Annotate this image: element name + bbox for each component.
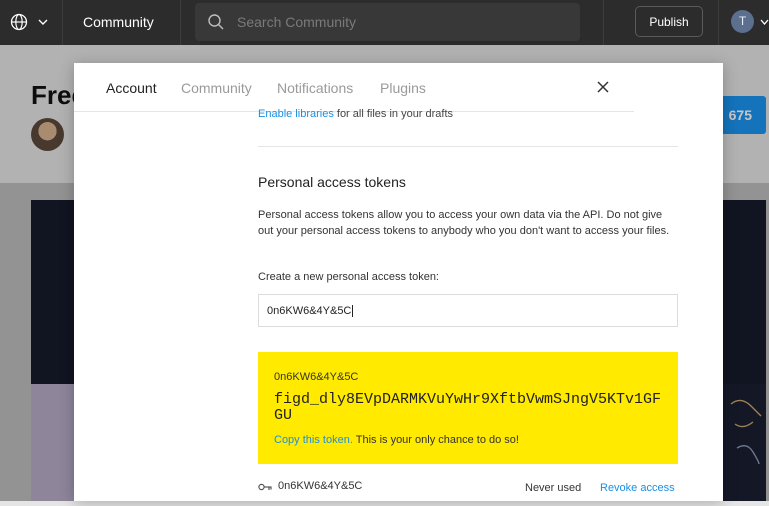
token-name-input[interactable]: 0n6KW6&4Y&5C bbox=[258, 294, 678, 327]
publish-button[interactable]: Publish bbox=[635, 6, 703, 37]
copy-token-note: Copy this token. This is your only chanc… bbox=[274, 434, 519, 446]
token-row-status: Never used bbox=[525, 482, 582, 494]
text-caret bbox=[352, 305, 354, 318]
libraries-text: for all files in your drafts bbox=[333, 108, 454, 120]
user-avatar[interactable]: T bbox=[731, 10, 754, 33]
enable-libraries-link[interactable]: Enable libraries bbox=[258, 108, 334, 120]
token-name-value: 0n6KW6&4Y&5C bbox=[267, 305, 352, 317]
globe-icon[interactable] bbox=[10, 13, 28, 31]
section-description: Personal access tokens allow you to acce… bbox=[258, 209, 670, 237]
tab-plugins[interactable]: Plugins bbox=[380, 80, 426, 96]
tab-community[interactable]: Community bbox=[181, 80, 252, 96]
divider bbox=[603, 0, 604, 45]
close-icon[interactable] bbox=[594, 78, 612, 96]
modal-tabs: Account Community Notifications Plugins bbox=[74, 63, 723, 111]
libraries-setting: Enable libraries for all files in your d… bbox=[258, 108, 453, 120]
section-heading: Personal access tokens bbox=[258, 174, 406, 190]
tab-notifications[interactable]: Notifications bbox=[277, 80, 353, 96]
app-title[interactable]: Community bbox=[83, 14, 154, 30]
new-token-name: 0n6KW6&4Y&5C bbox=[274, 371, 359, 383]
new-token-value[interactable]: figd_dly8EVpDARMKVuYwHr9XftbVwmSJngV5KTv… bbox=[274, 392, 666, 424]
token-row-name: 0n6KW6&4Y&5C bbox=[278, 480, 363, 492]
section-divider bbox=[258, 146, 678, 147]
search-input[interactable]: Search Community bbox=[195, 3, 580, 41]
divider bbox=[718, 0, 719, 45]
token-list-row: 0n6KW6&4Y&5C Never used Revoke access bbox=[258, 480, 678, 496]
tab-account[interactable]: Account bbox=[106, 80, 157, 96]
search-icon bbox=[208, 14, 224, 30]
new-token-panel: 0n6KW6&4Y&5C figd_dly8EVpDARMKVuYwHr9Xft… bbox=[258, 352, 678, 464]
divider bbox=[62, 0, 63, 45]
copy-token-link[interactable]: Copy this token. bbox=[274, 434, 353, 446]
revoke-access-link[interactable]: Revoke access bbox=[600, 482, 675, 494]
chevron-down-icon[interactable] bbox=[760, 18, 769, 26]
copy-token-warning: This is your only chance to do so! bbox=[352, 434, 519, 446]
key-icon bbox=[258, 483, 272, 491]
divider bbox=[180, 0, 181, 45]
settings-modal: Account Community Notifications Plugins … bbox=[74, 63, 723, 501]
search-placeholder: Search Community bbox=[237, 14, 357, 30]
chevron-down-icon[interactable] bbox=[38, 18, 48, 26]
token-field-label: Create a new personal access token: bbox=[258, 271, 439, 283]
top-bar: Community Search Community Publish T bbox=[0, 0, 769, 45]
